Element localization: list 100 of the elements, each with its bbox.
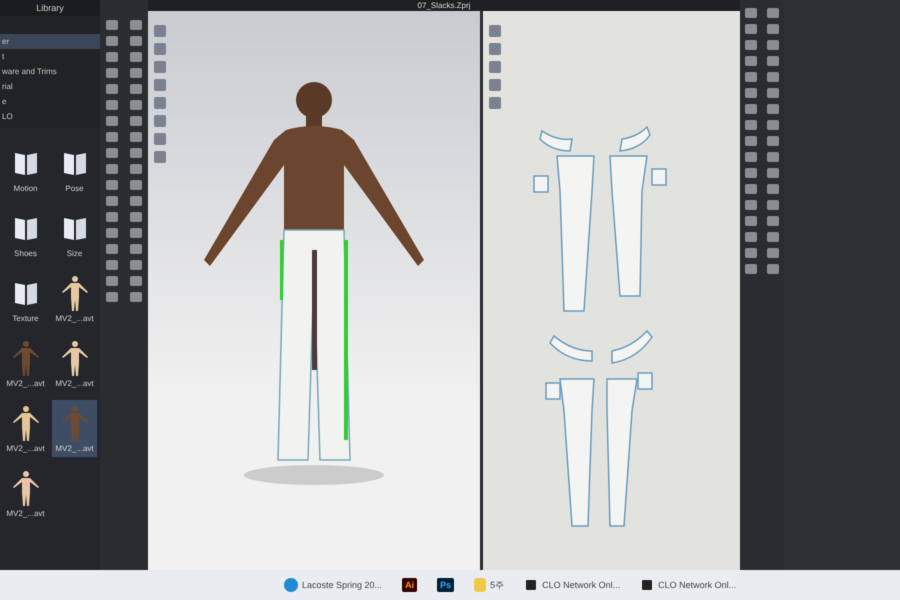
- tool-icon[interactable]: [745, 200, 757, 210]
- tool-icon[interactable]: [745, 248, 757, 258]
- tool-icon[interactable]: [767, 248, 779, 258]
- tool-icon[interactable]: [767, 40, 779, 50]
- tool-icon[interactable]: [130, 116, 142, 126]
- tool-icon[interactable]: [767, 72, 779, 82]
- taskbar-button[interactable]: CLO Network Onl...: [636, 576, 740, 594]
- tool-icon[interactable]: [767, 104, 779, 114]
- library-item[interactable]: MV2_...avt: [3, 400, 48, 457]
- tool-icon[interactable]: [106, 148, 118, 158]
- tool-icon[interactable]: [106, 116, 118, 126]
- tool-icon[interactable]: [745, 232, 757, 242]
- tool-icon[interactable]: [154, 25, 166, 37]
- tool-icon[interactable]: [130, 212, 142, 222]
- tool-icon[interactable]: [106, 260, 118, 270]
- library-item[interactable]: Shoes: [3, 205, 48, 262]
- tool-icon[interactable]: [745, 56, 757, 66]
- tool-icon[interactable]: [767, 120, 779, 130]
- tool-icon[interactable]: [130, 148, 142, 158]
- tool-icon[interactable]: [745, 24, 757, 34]
- tree-item[interactable]: er: [0, 34, 100, 49]
- tool-icon[interactable]: [154, 97, 166, 109]
- tool-icon[interactable]: [130, 244, 142, 254]
- tool-icon[interactable]: [745, 8, 757, 18]
- tool-icon[interactable]: [767, 88, 779, 98]
- tool-icon[interactable]: [130, 68, 142, 78]
- tool-icon[interactable]: [106, 20, 118, 30]
- tool-icon[interactable]: [106, 84, 118, 94]
- tool-icon[interactable]: [767, 136, 779, 146]
- tool-icon[interactable]: [106, 100, 118, 110]
- tree-item[interactable]: LO: [0, 109, 100, 124]
- library-item[interactable]: Texture: [3, 270, 48, 327]
- tool-icon[interactable]: [130, 132, 142, 142]
- tree-item[interactable]: ware and Trims: [0, 64, 100, 79]
- taskbar-button[interactable]: CLO Network Onl...: [520, 576, 624, 594]
- tool-icon[interactable]: [745, 120, 757, 130]
- library-item[interactable]: MV2_...avt: [3, 465, 48, 522]
- tool-icon[interactable]: [767, 8, 779, 18]
- tool-icon[interactable]: [489, 97, 501, 109]
- library-item[interactable]: MV2_...avt: [52, 335, 97, 392]
- tool-icon[interactable]: [130, 260, 142, 270]
- tool-icon[interactable]: [106, 52, 118, 62]
- tool-icon[interactable]: [745, 184, 757, 194]
- tool-icon[interactable]: [767, 216, 779, 226]
- tool-icon[interactable]: [154, 79, 166, 91]
- tool-icon[interactable]: [130, 276, 142, 286]
- tool-icon[interactable]: [767, 264, 779, 274]
- tool-icon[interactable]: [767, 56, 779, 66]
- tool-icon[interactable]: [130, 164, 142, 174]
- tool-icon[interactable]: [130, 180, 142, 190]
- tool-icon[interactable]: [767, 24, 779, 34]
- tool-icon[interactable]: [154, 115, 166, 127]
- tool-icon[interactable]: [767, 200, 779, 210]
- tool-icon[interactable]: [106, 292, 118, 302]
- tool-icon[interactable]: [154, 61, 166, 73]
- tool-icon[interactable]: [130, 20, 142, 30]
- tool-icon[interactable]: [745, 136, 757, 146]
- tool-icon[interactable]: [745, 168, 757, 178]
- tool-icon[interactable]: [130, 100, 142, 110]
- tool-icon[interactable]: [106, 164, 118, 174]
- tool-icon[interactable]: [745, 104, 757, 114]
- tool-icon[interactable]: [745, 216, 757, 226]
- library-item[interactable]: Size: [52, 205, 97, 262]
- library-item[interactable]: MV2_...avt: [52, 270, 97, 327]
- tool-icon[interactable]: [154, 133, 166, 145]
- library-item[interactable]: MV2_...avt: [52, 400, 97, 457]
- tool-icon[interactable]: [130, 292, 142, 302]
- tool-icon[interactable]: [767, 232, 779, 242]
- library-item[interactable]: MV2_...avt: [3, 335, 48, 392]
- tool-icon[interactable]: [106, 212, 118, 222]
- library-item[interactable]: Motion: [3, 140, 48, 197]
- tool-icon[interactable]: [489, 79, 501, 91]
- tool-icon[interactable]: [106, 196, 118, 206]
- tool-icon[interactable]: [767, 168, 779, 178]
- tool-icon[interactable]: [106, 132, 118, 142]
- tool-icon[interactable]: [106, 276, 118, 286]
- tool-icon[interactable]: [745, 88, 757, 98]
- library-item[interactable]: Pose: [52, 140, 97, 197]
- tool-icon[interactable]: [767, 184, 779, 194]
- tool-icon[interactable]: [745, 152, 757, 162]
- tool-icon[interactable]: [106, 228, 118, 238]
- taskbar-button[interactable]: Lacoste Spring 20...: [280, 576, 386, 594]
- tool-icon[interactable]: [106, 36, 118, 46]
- tree-item[interactable]: e: [0, 94, 100, 109]
- tool-icon[interactable]: [130, 52, 142, 62]
- tool-icon[interactable]: [130, 228, 142, 238]
- tool-icon[interactable]: [767, 152, 779, 162]
- tool-icon[interactable]: [154, 151, 166, 163]
- tool-icon[interactable]: [745, 264, 757, 274]
- tool-icon[interactable]: [130, 36, 142, 46]
- tool-icon[interactable]: [489, 25, 501, 37]
- tool-icon[interactable]: [106, 68, 118, 78]
- tool-icon[interactable]: [130, 84, 142, 94]
- tool-icon[interactable]: [154, 43, 166, 55]
- tool-icon[interactable]: [745, 40, 757, 50]
- taskbar-button[interactable]: 5주: [470, 576, 508, 594]
- tree-item[interactable]: t: [0, 49, 100, 64]
- tool-icon[interactable]: [130, 196, 142, 206]
- tool-icon[interactable]: [745, 72, 757, 82]
- tool-icon[interactable]: [489, 43, 501, 55]
